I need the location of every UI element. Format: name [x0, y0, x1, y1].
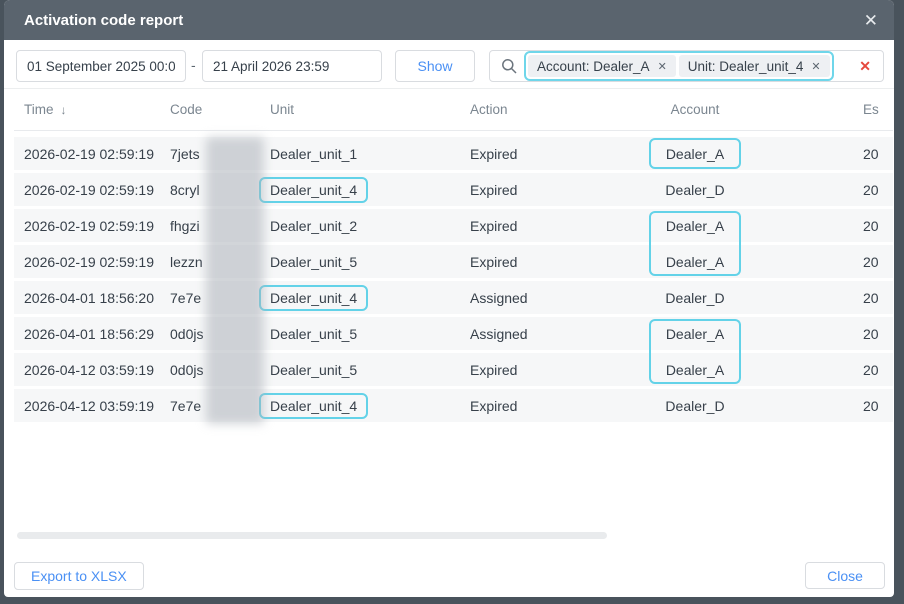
table-header-row: Time↓ Code Unit Action Account Es [14, 89, 893, 131]
remove-filter-icon[interactable]: ✕ [658, 60, 667, 73]
export-xlsx-button[interactable]: Export to XLSX [14, 562, 144, 590]
cell-expiration: 20 [863, 146, 894, 162]
search-icon [501, 58, 517, 74]
sort-desc-icon: ↓ [61, 103, 67, 117]
cell-action: Expired [470, 218, 620, 234]
cell-code: 0d0js [170, 362, 270, 378]
column-header-action[interactable]: Action [470, 102, 620, 117]
cell-expiration: 20 [863, 254, 894, 270]
search-filter-input[interactable]: Account: Dealer_A ✕ Unit: Dealer_unit_4 … [489, 50, 884, 82]
filter-chip-account: Account: Dealer_A ✕ [528, 55, 676, 77]
date-from-input[interactable] [16, 50, 186, 82]
cell-expiration: 20 [863, 362, 894, 378]
cell-time: 2026-02-19 02:59:19 [14, 182, 170, 198]
remove-filter-icon[interactable]: ✕ [811, 60, 820, 73]
cell-time: 2026-02-19 02:59:19 [14, 254, 170, 270]
cell-unit: Dealer_unit_2 [270, 218, 470, 234]
table-row: 2026-04-12 03:59:19 0d0js Dealer_unit_5 … [14, 353, 893, 386]
cell-action: Assigned [470, 290, 620, 306]
cell-expiration: 20 [863, 218, 894, 234]
table-row: 2026-02-19 02:59:19 8cryl Dealer_unit_4 … [14, 173, 893, 206]
cell-code: fhgzi [170, 218, 270, 234]
cell-time: 2026-04-12 03:59:19 [14, 362, 170, 378]
dialog-header: Activation code report ✕ [4, 0, 894, 40]
column-header-account[interactable]: Account [620, 89, 770, 130]
filter-chip-label: Unit: Dealer_unit_4 [688, 59, 804, 74]
cell-time: 2026-04-01 18:56:29 [14, 326, 170, 342]
cell-unit: Dealer_unit_5 [270, 362, 470, 378]
cell-time: 2026-02-19 02:59:19 [14, 146, 170, 162]
cell-unit: Dealer_unit_5 [270, 254, 470, 270]
show-button[interactable]: Show [395, 50, 475, 82]
column-header-code[interactable]: Code [170, 102, 270, 117]
close-button[interactable]: Close [805, 562, 885, 589]
table-row: 2026-02-19 02:59:19 fhgzi Dealer_unit_2 … [14, 209, 893, 242]
table-row: 2026-04-01 18:56:29 0d0js Dealer_unit_5 … [14, 317, 893, 350]
cell-action: Expired [470, 146, 620, 162]
cell-account: Dealer_A [620, 317, 770, 350]
cell-unit: Dealer_unit_5 [270, 326, 470, 342]
cell-unit: Dealer_unit_1 [270, 146, 470, 162]
filter-chip-unit: Unit: Dealer_unit_4 ✕ [679, 55, 830, 77]
dimmed-page-overlay: Activation code report ✕ - Show Account:… [0, 0, 904, 604]
cell-code: 0d0js [170, 326, 270, 342]
activation-code-report-dialog: Activation code report ✕ - Show Account:… [4, 0, 894, 597]
cell-time: 2026-04-12 03:59:19 [14, 398, 170, 414]
cell-code: lezzn [170, 254, 270, 270]
active-filters-group: Account: Dealer_A ✕ Unit: Dealer_unit_4 … [524, 51, 834, 81]
date-range-separator: - [191, 57, 196, 73]
table-row: 2026-04-12 03:59:19 7e7e Dealer_unit_4 E… [14, 389, 893, 422]
clear-all-filters-icon[interactable]: ✕ [859, 58, 871, 75]
horizontal-scrollbar-thumb[interactable] [17, 532, 607, 539]
cell-expiration: 20 [863, 398, 894, 414]
cell-unit: Dealer_unit_4 [270, 177, 470, 203]
cell-account: Dealer_A [620, 353, 770, 386]
cell-expiration: 20 [863, 326, 894, 342]
close-icon[interactable]: ✕ [864, 12, 878, 29]
table-body: 2026-02-19 02:59:19 7jets Dealer_unit_1 … [4, 137, 894, 422]
cell-expiration: 20 [863, 182, 894, 198]
cell-unit: Dealer_unit_4 [270, 285, 470, 311]
column-header-unit[interactable]: Unit [270, 102, 470, 117]
dialog-title: Activation code report [24, 12, 183, 29]
column-header-expiration[interactable]: Es [863, 102, 894, 117]
cell-code: 7jets [170, 146, 270, 162]
filter-chip-label: Account: Dealer_A [537, 59, 650, 74]
cell-expiration: 20 [863, 290, 894, 306]
date-to-input[interactable] [202, 50, 382, 82]
report-toolbar: - Show Account: Dealer_A ✕ Unit: Dealer_… [4, 40, 894, 89]
cell-account: Dealer_D [620, 389, 770, 422]
cell-time: 2026-02-19 02:59:19 [14, 218, 170, 234]
cell-code: 8cryl [170, 182, 270, 198]
cell-account: Dealer_D [620, 173, 770, 206]
cell-account: Dealer_A [620, 245, 770, 278]
cell-action: Expired [470, 254, 620, 270]
cell-action: Expired [470, 398, 620, 414]
cell-account: Dealer_A [620, 209, 770, 242]
column-header-time[interactable]: Time↓ [14, 102, 170, 117]
table-row: 2026-02-19 02:59:19 lezzn Dealer_unit_5 … [14, 245, 893, 278]
cell-action: Assigned [470, 326, 620, 342]
cell-code: 7e7e [170, 290, 270, 306]
cell-code: 7e7e [170, 398, 270, 414]
cell-account: Dealer_A [620, 137, 770, 170]
cell-unit: Dealer_unit_4 [270, 393, 470, 419]
table-row: 2026-02-19 02:59:19 7jets Dealer_unit_1 … [14, 137, 893, 170]
cell-account: Dealer_D [620, 281, 770, 314]
table-row: 2026-04-01 18:56:20 7e7e Dealer_unit_4 A… [14, 281, 893, 314]
cell-time: 2026-04-01 18:56:20 [14, 290, 170, 306]
cell-action: Expired [470, 182, 620, 198]
cell-action: Expired [470, 362, 620, 378]
